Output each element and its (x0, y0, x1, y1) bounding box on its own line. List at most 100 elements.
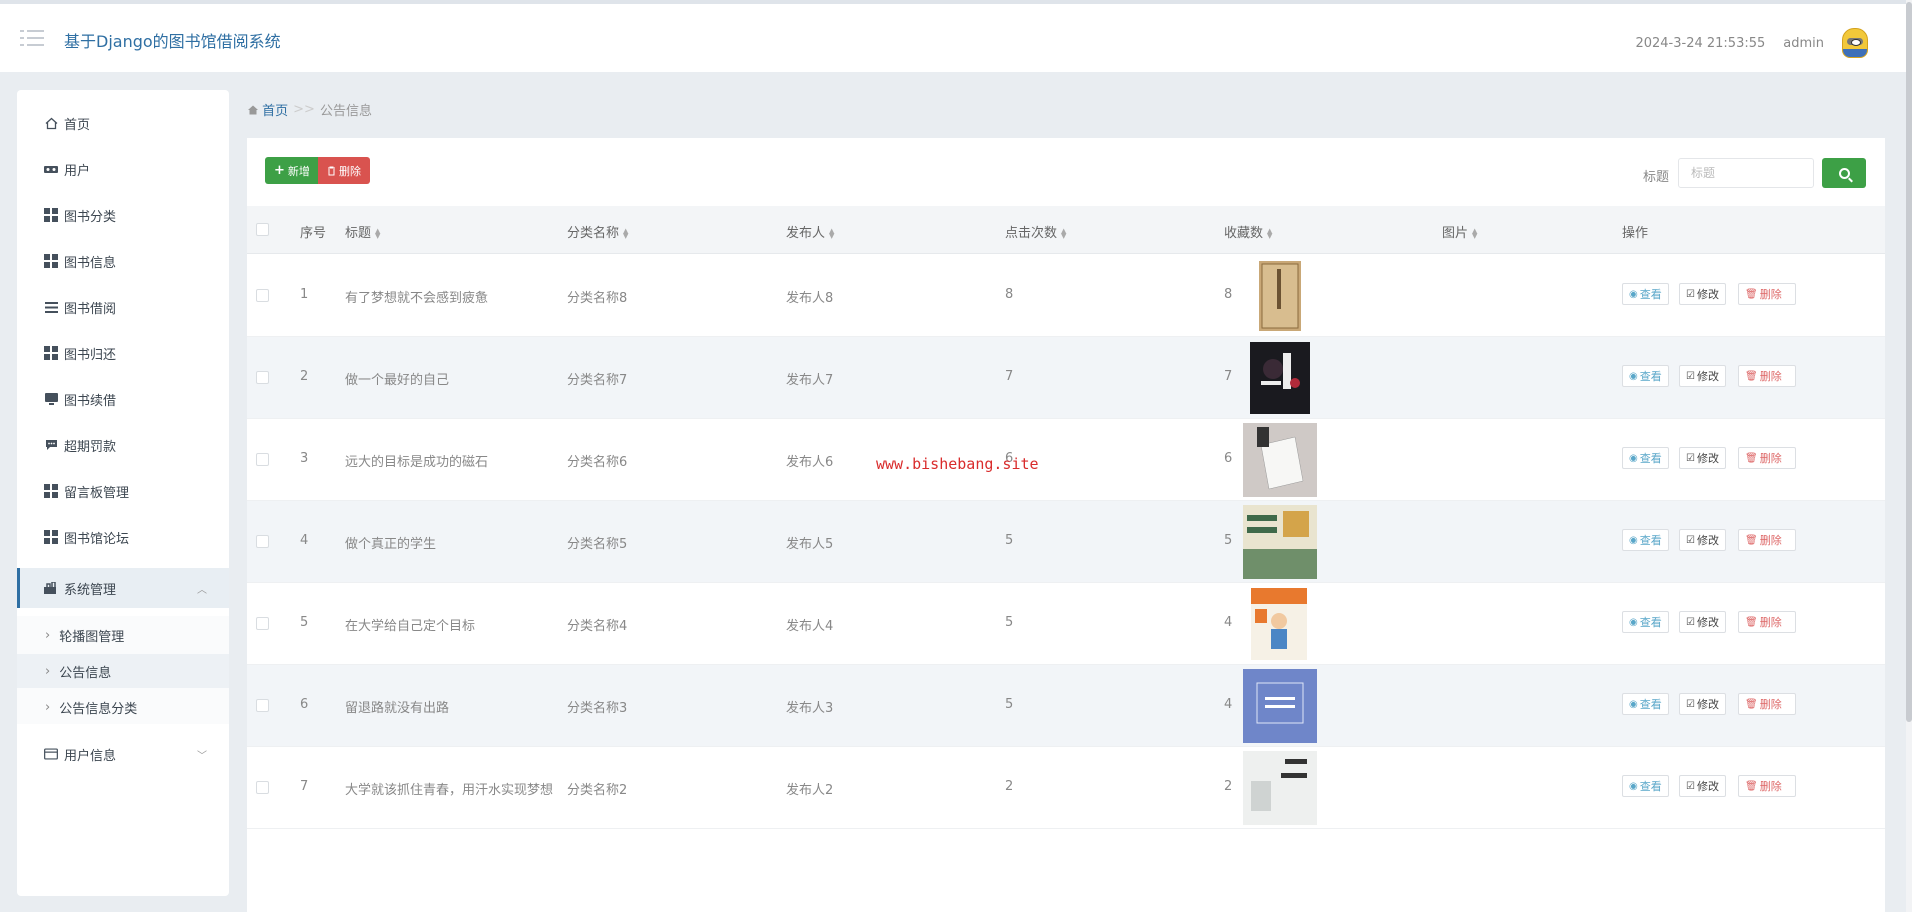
cell-index: 5 (300, 615, 309, 630)
sidebar-item-home[interactable]: 首页 (17, 103, 229, 143)
add-button[interactable]: + 新增 (265, 157, 319, 184)
book-cover-image[interactable] (1243, 505, 1317, 579)
sidebar-item-label: 首页 (64, 117, 91, 133)
table-row[interactable]: 6 留退路就没有出路 分类名称3 发布人3 5 4 ◉ 查看 ☑ 修改 🗑 删除 (247, 665, 1885, 747)
table-header: 序号 标题 ▲ ▼ 分类名称 ▲ ▼ 发布人 ▲ ▼ 点击次数 ▲ ▼ 收藏数 ▲ ▼ 图片 ▲ ▼ 操… (247, 206, 1885, 254)
edit-icon: ☑ (1686, 534, 1695, 546)
row-checkbox[interactable] (256, 535, 269, 548)
sort-icon: ▲ ▼ (623, 226, 629, 240)
edit-icon: ☑ (1686, 452, 1695, 464)
edit-button[interactable]: ☑ 修改 (1679, 365, 1726, 387)
delete-button[interactable]: 🗑 删除 (1738, 283, 1796, 305)
sidebar-item-book-borrow[interactable]: 图书借阅 (17, 287, 229, 327)
row-checkbox[interactable] (256, 289, 269, 302)
cell-favorites: 7 (1224, 369, 1233, 384)
menu-toggle-icon[interactable] (20, 28, 44, 48)
book-cover-image[interactable] (1243, 669, 1317, 743)
trash-icon: 🗑 (1745, 698, 1758, 710)
home-icon (248, 105, 258, 115)
sidebar-item-overdue-fine[interactable]: 超期罚款 (17, 425, 229, 465)
sidebar-item-book-return[interactable]: 图书归还 (17, 333, 229, 373)
column-header-image[interactable]: 图片 ▲ ▼ (1442, 222, 1477, 241)
view-button[interactable]: ◉ 查看 (1622, 283, 1669, 305)
sidebar-item-forum[interactable]: 图书馆论坛 (17, 517, 229, 557)
sidebar-item-system-management[interactable]: 系统管理 ︿ (17, 568, 229, 608)
sidebar-item-user-info[interactable]: 用户信息 ﹀ (17, 734, 229, 774)
edit-button[interactable]: ☑ 修改 (1679, 693, 1726, 715)
edit-icon: ☑ (1686, 780, 1695, 792)
sidebar-item-book-renew[interactable]: 图书续借 (17, 379, 229, 419)
breadcrumb-home[interactable]: 首页 (248, 100, 288, 119)
sidebar-item-book-category[interactable]: 图书分类 (17, 195, 229, 235)
cell-title: 做一个最好的自己 (345, 373, 450, 388)
column-header-title[interactable]: 标题 ▲ ▼ (345, 222, 380, 241)
row-checkbox[interactable] (256, 699, 269, 712)
delete-button[interactable]: 🗑 删除 (1738, 775, 1796, 797)
select-all-checkbox[interactable] (256, 223, 269, 236)
view-button[interactable]: ◉ 查看 (1622, 447, 1669, 469)
table-row[interactable]: 4 做个真正的学生 分类名称5 发布人5 5 5 ◉ 查看 ☑ 修改 🗑 删除 (247, 501, 1885, 583)
sidebar-item-book-info[interactable]: 图书信息 (17, 241, 229, 281)
view-button[interactable]: ◉ 查看 (1622, 775, 1669, 797)
edit-button[interactable]: ☑ 修改 (1679, 611, 1726, 633)
book-cover-image[interactable] (1243, 259, 1317, 333)
table-row[interactable]: 1 有了梦想就不会感到疲惫 分类名称8 发布人8 8 8 ◉ 查看 ☑ 修改 🗑 删除 (247, 255, 1885, 337)
sort-icon: ▲ ▼ (1472, 226, 1478, 240)
page-scrollbar[interactable] (1906, 0, 1912, 912)
column-header-clicks[interactable]: 点击次数 ▲ ▼ (1005, 222, 1066, 241)
batch-delete-button[interactable]: 删除 (318, 157, 370, 184)
trash-icon: 🗑 (1745, 452, 1758, 464)
submenu-item-announcement[interactable]: › 公告信息 (17, 654, 229, 688)
submenu-item-announcement-category[interactable]: › 公告信息分类 (17, 690, 229, 724)
sidebar-item-users[interactable]: 用户 (17, 149, 229, 189)
avatar[interactable] (1842, 28, 1868, 58)
plus-icon: + (274, 163, 285, 178)
grid-icon (44, 208, 58, 222)
table-row[interactable]: 7 大学就该抓住青春，用汗水实现梦想 分类名称2 发布人2 2 2 ◉ 查看 ☑ 修改 🗑 删除 (247, 747, 1885, 829)
search-button[interactable] (1822, 158, 1866, 188)
search-input[interactable] (1678, 158, 1814, 188)
column-header-favorites[interactable]: 收藏数 ▲ ▼ (1224, 222, 1272, 241)
column-header-category[interactable]: 分类名称 ▲ ▼ (567, 222, 628, 241)
cell-clicks: 5 (1005, 615, 1014, 630)
delete-button[interactable]: 🗑 删除 (1738, 693, 1796, 715)
row-checkbox[interactable] (256, 371, 269, 384)
submenu-item-carousel[interactable]: › 轮播图管理 (17, 618, 229, 652)
book-cover-image[interactable] (1243, 341, 1317, 415)
app-title: 基于Django的图书馆借阅系统 (64, 32, 281, 51)
delete-button[interactable]: 🗑 删除 (1738, 529, 1796, 551)
delete-button[interactable]: 🗑 删除 (1738, 447, 1796, 469)
edit-button[interactable]: ☑ 修改 (1679, 775, 1726, 797)
table-row[interactable]: 2 做一个最好的自己 分类名称7 发布人7 7 7 ◉ 查看 ☑ 修改 🗑 删除 (247, 337, 1885, 419)
delete-button[interactable]: 🗑 删除 (1738, 365, 1796, 387)
trash-icon: 🗑 (1745, 780, 1758, 792)
view-button[interactable]: ◉ 查看 (1622, 529, 1669, 551)
edit-button[interactable]: ☑ 修改 (1679, 447, 1726, 469)
grid-icon (44, 346, 58, 360)
delete-button[interactable]: 🗑 删除 (1738, 611, 1796, 633)
book-cover-image[interactable] (1243, 751, 1317, 825)
trash-icon: 🗑 (1745, 616, 1758, 628)
row-checkbox[interactable] (256, 617, 269, 630)
cell-clicks: 5 (1005, 533, 1014, 548)
book-cover-image[interactable] (1243, 587, 1317, 661)
table-row[interactable]: 5 在大学给自己定个目标 分类名称4 发布人4 5 4 ◉ 查看 ☑ 修改 🗑 删除 (247, 583, 1885, 665)
column-header-publisher[interactable]: 发布人 ▲ ▼ (786, 222, 834, 241)
row-checkbox[interactable] (256, 781, 269, 794)
edit-button[interactable]: ☑ 修改 (1679, 283, 1726, 305)
view-button[interactable]: ◉ 查看 (1622, 611, 1669, 633)
eye-icon: ◉ (1629, 698, 1638, 710)
scrollbar-thumb[interactable] (1906, 2, 1912, 722)
grid-icon (44, 530, 58, 544)
sidebar-item-message-board[interactable]: 留言板管理 (17, 471, 229, 511)
edit-button[interactable]: ☑ 修改 (1679, 529, 1726, 551)
cell-publisher: 发布人8 (786, 291, 834, 306)
row-checkbox[interactable] (256, 453, 269, 466)
table-row[interactable]: 3 远大的目标是成功的磁石 分类名称6 发布人6 6 6 ◉ 查看 ☑ 修改 🗑 删除 (247, 419, 1885, 501)
main-card: + 新增 删除 标题 序号 标题▲▼ 分类名称▲▼ 发布人▲▼ 点击次数▲▼ 收… (247, 138, 1885, 912)
username-text[interactable]: admin (1783, 36, 1824, 51)
sort-icon: ▲ ▼ (375, 226, 381, 240)
book-cover-image[interactable] (1243, 423, 1317, 497)
view-button[interactable]: ◉ 查看 (1622, 365, 1669, 387)
view-button[interactable]: ◉ 查看 (1622, 693, 1669, 715)
